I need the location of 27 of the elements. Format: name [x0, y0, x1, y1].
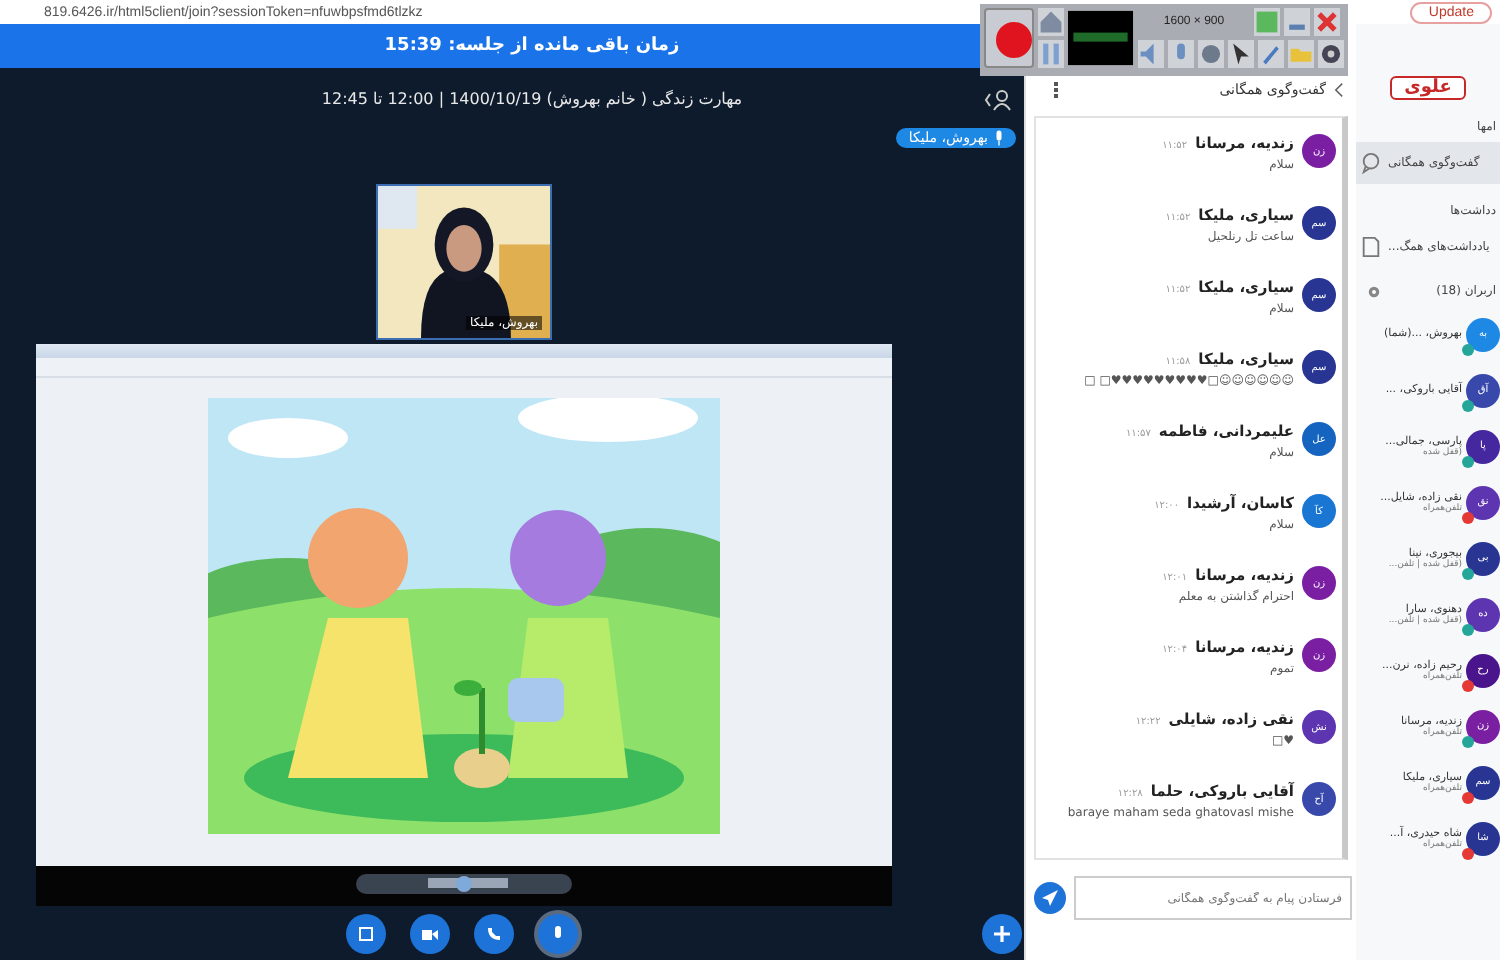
send-icon — [1040, 888, 1060, 908]
session-title: مهارت زندگی ( خانم بهروش) 1400/10/19 | 12:00 تا 12:45 — [321, 89, 743, 107]
close-icon[interactable] — [1314, 8, 1340, 36]
note-icon — [1360, 236, 1382, 258]
level-display — [1068, 8, 1134, 68]
minimize-icon[interactable] — [1284, 8, 1310, 36]
user-icon[interactable] — [984, 88, 1012, 112]
settings-icon[interactable] — [1368, 285, 1380, 297]
send-button[interactable] — [1034, 882, 1066, 914]
screen-share-button[interactable] — [346, 914, 386, 954]
video-camera-icon — [420, 924, 440, 944]
add-button[interactable] — [982, 914, 1022, 954]
time-remaining: زمان باقی مانده از جلسه: 15:39 — [384, 36, 680, 56]
cursor-icon[interactable] — [1228, 40, 1254, 68]
media-controls[interactable] — [36, 866, 892, 906]
chat-icon — [1360, 152, 1382, 174]
video-button[interactable] — [410, 914, 450, 954]
microphone-icon — [994, 130, 1004, 146]
settings-icon[interactable] — [1318, 40, 1344, 68]
phone-button[interactable] — [474, 914, 514, 954]
record-button[interactable] — [984, 8, 1035, 68]
back-icon[interactable] — [1334, 82, 1344, 98]
microphone-button[interactable] — [538, 914, 578, 954]
plus-icon — [992, 924, 1012, 944]
square-icon — [356, 924, 376, 944]
phone-icon — [484, 924, 504, 944]
logo: علوی — [1390, 76, 1466, 100]
